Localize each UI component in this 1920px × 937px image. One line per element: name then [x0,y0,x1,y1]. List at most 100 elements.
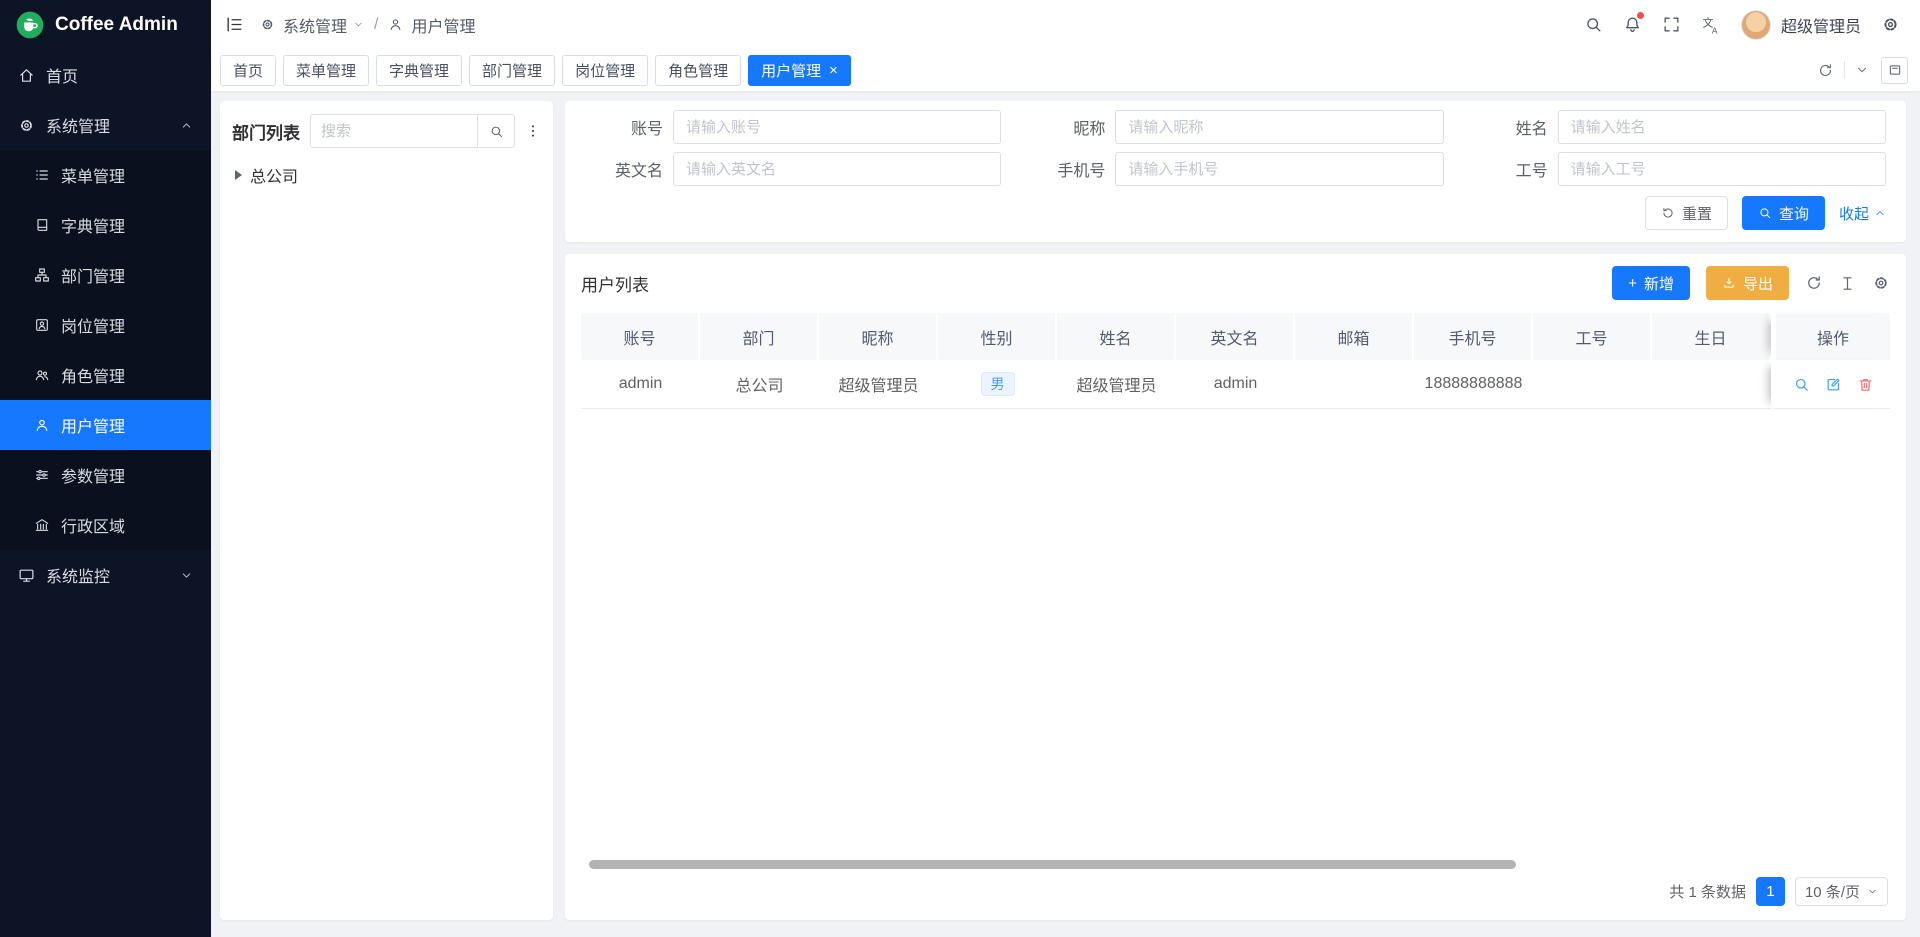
phone-input[interactable] [1115,152,1443,186]
col-job-no[interactable]: 工号 [1533,313,1652,360]
sidebar-item-label: 菜单管理 [61,163,125,187]
table-header-row: 账号 部门 昵称 性别 姓名 英文名 邮箱 手机号 工号 生日 操作 [581,313,1890,360]
total-count-text: 共 1 条数据 [1669,881,1746,902]
account-input[interactable] [673,110,1001,144]
refresh-left-icon [1661,206,1675,220]
dept-search-button[interactable] [477,114,515,148]
right-column: 账号 昵称 姓名 英文名 [565,101,1906,920]
content-fullscreen-icon[interactable] [1881,57,1908,84]
download-icon [1722,276,1736,290]
tabs-refresh-icon[interactable] [1817,62,1834,79]
breadcrumb-separator: / [374,16,378,34]
sidebar-item-param-mgmt[interactable]: 参数管理 [0,450,211,500]
add-user-button[interactable]: + 新增 [1612,266,1690,300]
sliders-icon [34,467,50,483]
page-button-1[interactable]: 1 [1756,877,1785,906]
query-button[interactable]: 查询 [1742,196,1825,230]
col-email[interactable]: 邮箱 [1295,313,1414,360]
edit-user-icon[interactable] [1825,376,1842,393]
sidebar-item-system-mgmt[interactable]: 系统管理 [0,100,211,150]
cell-gender: 男 [938,360,1057,409]
brand[interactable]: Coffee Admin [0,0,211,50]
content-area: 部门列表 总公司 [211,91,1920,937]
collapse-sidebar-icon[interactable] [225,15,244,34]
table-row[interactable]: admin 总公司 超级管理员 男 超级管理员 admin 1888888888… [581,360,1890,409]
sidebar-item-post-mgmt[interactable]: 岗位管理 [0,300,211,350]
collapse-filters-link[interactable]: 收起 [1839,203,1886,224]
col-english-name[interactable]: 英文名 [1176,313,1295,360]
translate-icon[interactable]: 文A [1701,15,1721,35]
tab-post-mgmt[interactable]: 岗位管理 [562,55,648,86]
field-label: 昵称 [1027,115,1105,139]
user-icon [34,417,50,433]
table-refresh-icon[interactable] [1805,274,1823,292]
page-size-label: 10 条/页 [1805,881,1860,902]
breadcrumb-level1[interactable]: 系统管理 [283,13,347,37]
chevron-up-icon [180,119,193,132]
sidebar-item-system-monitor[interactable]: 系统监控 [0,550,211,600]
caret-right-icon[interactable] [235,170,242,180]
sidebar: Coffee Admin 首页 系统管理 [0,0,211,937]
export-button[interactable]: 导出 [1706,266,1789,300]
job-no-input[interactable] [1558,152,1886,186]
reset-button[interactable]: 重置 [1645,196,1728,230]
sidebar-item-dict-mgmt[interactable]: 字典管理 [0,200,211,250]
current-user-name[interactable]: 超级管理员 [1781,13,1861,37]
sidebar-item-user-mgmt[interactable]: 用户管理 [0,400,211,450]
search-icon[interactable] [1584,15,1603,34]
tab-role-mgmt[interactable]: 角色管理 [655,55,741,86]
delete-user-icon[interactable] [1857,376,1874,393]
filter-buttons: 重置 查询 收起 [585,196,1886,230]
fullscreen-icon[interactable] [1662,15,1681,34]
sidebar-item-menu-mgmt[interactable]: 菜单管理 [0,150,211,200]
sidebar-item-dept-mgmt[interactable]: 部门管理 [0,250,211,300]
system-mgmt-submenu: 菜单管理 字典管理 部门管理 [0,150,211,550]
home-icon [18,67,35,84]
more-options-icon[interactable] [525,123,541,139]
cell-english-name: admin [1176,360,1295,409]
cell-phone: 18888888888 [1414,360,1533,409]
scrollbar-thumb[interactable] [589,860,1516,869]
col-gender[interactable]: 性别 [938,313,1057,360]
user-list-header: 用户列表 + 新增 导出 [581,266,1890,300]
sidebar-item-home[interactable]: 首页 [0,50,211,100]
tab-dict-mgmt[interactable]: 字典管理 [376,55,462,86]
avatar[interactable] [1741,10,1771,40]
field-english-name: 英文名 [585,152,1001,186]
col-name[interactable]: 姓名 [1057,313,1176,360]
gear-icon [18,117,35,134]
tree-node-root[interactable]: 总公司 [232,163,541,187]
tab-dept-mgmt[interactable]: 部门管理 [469,55,555,86]
tab-user-mgmt[interactable]: 用户管理 × [748,55,851,86]
nickname-input[interactable] [1115,110,1443,144]
table-toolbar: + 新增 导出 [1612,266,1890,300]
sidebar-item-label: 用户管理 [61,413,125,437]
dept-search-input[interactable] [310,114,477,148]
col-dept[interactable]: 部门 [700,313,819,360]
table-size-icon[interactable] [1839,275,1856,292]
sidebar-item-role-mgmt[interactable]: 角色管理 [0,350,211,400]
col-birthday[interactable]: 生日 [1652,313,1771,360]
tabs-dropdown-icon[interactable] [1855,63,1869,77]
column-settings-gear-icon[interactable] [1872,274,1890,292]
chevron-down-icon[interactable] [353,19,364,30]
settings-gear-icon[interactable] [1881,15,1900,34]
close-icon[interactable]: × [829,63,838,78]
filter-panel: 账号 昵称 姓名 英文名 [565,101,1906,242]
page-size-select[interactable]: 10 条/页 [1795,877,1888,906]
col-nickname[interactable]: 昵称 [819,313,938,360]
sidebar-item-admin-region[interactable]: 行政区域 [0,500,211,550]
col-phone[interactable]: 手机号 [1414,313,1533,360]
view-user-icon[interactable] [1793,376,1810,393]
svg-text:A: A [1712,25,1718,35]
bank-icon [34,517,50,533]
tab-home[interactable]: 首页 [220,55,276,86]
book-icon [34,217,50,233]
col-account[interactable]: 账号 [581,313,700,360]
tab-label: 部门管理 [482,60,542,81]
english-name-input[interactable] [673,152,1001,186]
bell-icon[interactable] [1623,15,1642,34]
tab-label: 字典管理 [389,60,449,81]
tab-menu-mgmt[interactable]: 菜单管理 [283,55,369,86]
name-input[interactable] [1558,110,1886,144]
